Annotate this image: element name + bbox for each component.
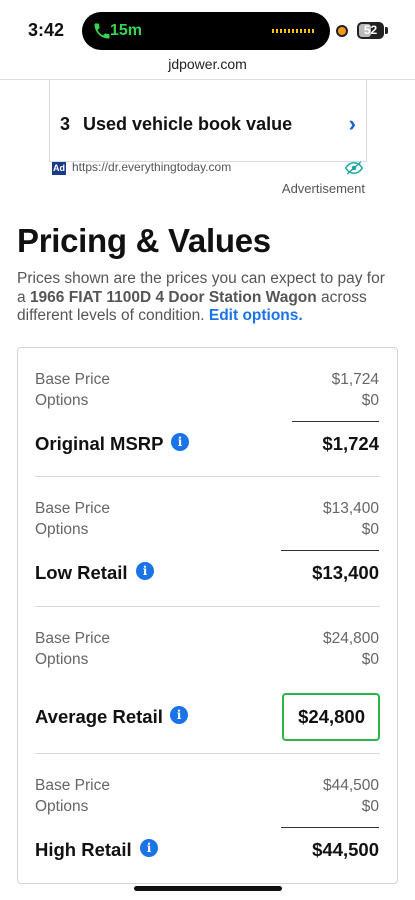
url-text[interactable]: jdpower.com [168, 56, 247, 72]
total-value: $13,400 [312, 562, 379, 583]
total-label: Average Retail [35, 706, 163, 727]
base-price-label: Base Price [35, 777, 110, 794]
base-price-value: $13,400 [322, 500, 379, 517]
base-price-value: $24,800 [322, 630, 379, 647]
pricing-section-high-retail: Base Price $44,500 Options $0 High Retai… [18, 754, 397, 884]
hidden-eye-icon[interactable] [345, 161, 363, 175]
ad-number: 3 [60, 114, 71, 134]
page-title: Pricing & Values [17, 222, 271, 259]
chevron-right-icon[interactable]: › [349, 111, 356, 137]
base-price-label: Base Price [35, 371, 110, 388]
ad-title[interactable]: Used vehicle book value [83, 114, 292, 135]
base-price-label: Base Price [35, 630, 110, 647]
clock: 3:42 [28, 20, 65, 40]
pricing-section-original-msrp: Base Price $1,724 Options $0 Original MS… [18, 348, 397, 476]
total-label: Original MSRP [35, 433, 164, 454]
pricing-description: Prices shown are the prices you can expe… [17, 270, 397, 326]
info-icon[interactable]: i [171, 433, 189, 451]
battery-cap [385, 27, 388, 34]
options-value: $0 [361, 651, 379, 668]
recording-indicator-icon [336, 25, 348, 37]
options-value: $0 [361, 392, 379, 409]
base-price-value: $1,724 [331, 371, 379, 388]
home-indicator[interactable] [134, 886, 282, 891]
vehicle-name: 1966 FIAT 1100D 4 Door Station Wagon [29, 288, 317, 306]
total-value: $24,800 [298, 706, 365, 727]
edit-options-link[interactable]: Edit options. [209, 307, 303, 324]
options-label: Options [35, 521, 89, 538]
audio-waveform-icon [272, 29, 316, 33]
battery-percentage: 52 [363, 23, 378, 37]
total-label: Low Retail [35, 562, 128, 583]
options-value: $0 [361, 798, 379, 815]
status-bar: 3:42 15m 52 [0, 0, 415, 56]
total-label: High Retail [35, 839, 132, 860]
options-value: $0 [361, 521, 379, 538]
options-label: Options [35, 392, 89, 409]
phone-call-icon [94, 23, 110, 39]
info-icon[interactable]: i [136, 562, 154, 580]
options-label: Options [35, 651, 89, 668]
battery-icon: 52 [357, 22, 384, 39]
info-icon[interactable]: i [140, 839, 158, 857]
call-duration: 15m [110, 22, 143, 39]
base-price-label: Base Price [35, 500, 110, 517]
ad-source-bar[interactable]: Ad https://dr.everythingtoday.com [49, 160, 367, 176]
pricing-section-average-retail: Base Price $24,800 Options $0 Average Re… [18, 607, 397, 752]
sum-rule [281, 827, 379, 828]
total-value: $44,500 [312, 839, 379, 860]
info-icon[interactable]: i [170, 706, 188, 724]
base-price-value: $44,500 [322, 777, 379, 794]
pricing-section-low-retail: Base Price $13,400 Options $0 Low Retail… [18, 477, 397, 605]
sum-rule [292, 421, 379, 422]
pricing-card: Base Price $1,724 Options $0 Original MS… [17, 347, 398, 884]
dynamic-island[interactable]: 15m [82, 12, 330, 50]
advertisement-label: Advertisement [281, 181, 365, 196]
ad-tag: Ad [52, 162, 66, 175]
options-label: Options [35, 798, 89, 815]
url-bar[interactable]: jdpower.com [0, 56, 415, 80]
ad-source-url[interactable]: https://dr.everythingtoday.com [72, 160, 231, 174]
total-value: $1,724 [322, 433, 379, 454]
ad-card[interactable]: 3 Used vehicle book value › [49, 80, 367, 162]
sum-rule [281, 550, 379, 551]
